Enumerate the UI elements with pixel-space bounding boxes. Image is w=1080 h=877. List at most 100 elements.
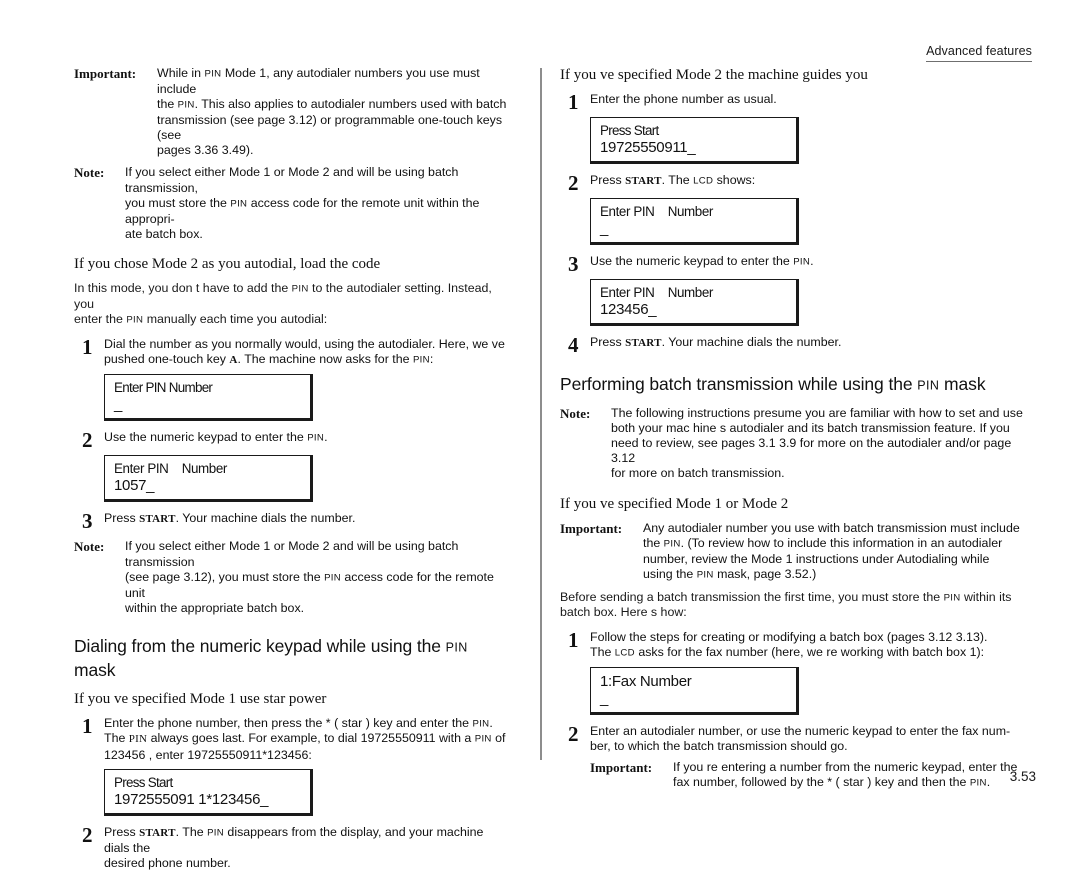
lcd-display-enter-pin-123456: Enter PIN Number 123456_ [590, 279, 799, 326]
text-fragment: mask [74, 659, 116, 680]
lcd-line-2: _ [600, 689, 609, 707]
step-item: 1 Enter the phone number, then press the… [74, 715, 510, 763]
note-label: Note: [74, 165, 105, 181]
note-label: Note: [74, 539, 105, 555]
lcd-display-enter-pin-empty: Enter PIN Number _ [104, 374, 313, 422]
step-text: Use the numeric keypad to enter the PIN. [104, 430, 510, 446]
step-item: 2 Use the numeric keypad to enter the PI… [74, 428, 510, 453]
acronym-pin: PIN [177, 99, 195, 111]
text-fragment: Press [590, 335, 626, 349]
acronym-lcd: LCD [693, 175, 714, 187]
note-label: Note: [560, 405, 591, 421]
step-item: 2 Press START. The LCD shows: [560, 171, 1030, 195]
text-fragment: In this mode, you don t have to add the [74, 281, 292, 296]
section-heading-batch-transmission: Performing batch transmission while usin… [560, 373, 1030, 397]
column-divider [540, 68, 542, 760]
step-item: 2 Enter an autodialer number, or use the… [560, 723, 1030, 754]
paragraph-before-batch: Before sending a batch transmission the … [560, 590, 1030, 621]
text-fragment: always goes last. For example, to dial 1… [147, 731, 475, 746]
step-number: 3 [82, 509, 93, 534]
lcd-line-1: Enter PIN Number [114, 380, 213, 396]
text-fragment: Press [104, 824, 140, 839]
step-item: 1 Follow the steps for creating or modif… [560, 629, 1030, 661]
important-block-1: Important: While in PIN Mode 1, any auto… [74, 66, 510, 158]
step-item: 2 Press START. The PIN disappears from t… [74, 824, 510, 872]
note-block-2: Note: If you select either Mode 1 or Mod… [74, 539, 510, 616]
text-fragment: Dial the number as you normally would, u… [104, 336, 505, 351]
text-fragment: If you select either Mode 1 or Mode 2 an… [125, 165, 459, 195]
text-fragment: Press [104, 511, 140, 526]
text-fragment: . [324, 430, 328, 445]
text-fragment: ber, to which the batch transmission sho… [590, 738, 848, 753]
key-label-start: START [139, 513, 176, 526]
note-text: If you select either Mode 1 or Mode 2 an… [125, 539, 510, 616]
text-fragment: . Your machine dials the number. [661, 335, 842, 349]
lcd-line-2: 19725550911_ [600, 139, 696, 156]
lcd-display-enter-pin-empty-2: Enter PIN Number _ [590, 198, 799, 245]
text-fragment: the [643, 535, 664, 550]
text-fragment: . This also applies to autodialer number… [194, 97, 507, 112]
text-fragment: for more on batch transmission. [611, 466, 785, 481]
important-block-2: Important: If you re entering a number f… [590, 760, 1030, 791]
text-fragment: Follow the steps for creating or modifyi… [590, 629, 988, 644]
text-fragment: Enter the phone number, then press the *… [104, 715, 473, 730]
acronym-pin: PIN [969, 777, 987, 789]
acronym-pin: PIN [472, 718, 490, 730]
acronym-pin: PIN [207, 827, 224, 839]
text-fragment: Dialing from the numeric keypad while us… [74, 635, 446, 656]
text-fragment: desired phone number. [104, 856, 231, 871]
step-text: Enter the phone number as usual. [590, 92, 777, 106]
text-fragment: If you re entering a number from the num… [673, 760, 1018, 775]
key-label-start: START [139, 826, 176, 839]
text-fragment: Any autodialer number you use with batch… [643, 520, 1020, 535]
step-item: 4 Press START. Your machine dials the nu… [560, 335, 1030, 356]
lcd-line-2: 123456_ [600, 301, 657, 318]
key-label-a: A [229, 354, 238, 367]
subheading-mode2-machine-guides: If you ve specified Mode 2 the machine g… [560, 67, 868, 83]
text-fragment: The [104, 731, 129, 746]
text-fragment: If you select either Mode 1 or Mode 2 an… [125, 539, 459, 569]
important-label: Important: [74, 66, 137, 81]
document-page: Advanced features Important: While in PI… [0, 0, 1080, 870]
step-item: 3 Use the numeric keypad to enter the PI… [560, 252, 1030, 276]
text-fragment: . The [175, 824, 208, 839]
text-fragment: 123456 , enter 19725550911*123456: [104, 747, 312, 762]
step-text: Press START. The PIN disappears from the… [104, 825, 510, 872]
text-fragment: manually each time you autodial: [143, 312, 328, 327]
step-text: Dial the number as you normally would, u… [104, 337, 510, 368]
note-block-1: Note: The following instructions presume… [560, 406, 1030, 482]
acronym-pin: PIN [412, 354, 430, 366]
acronym-lcd: LCD [614, 647, 635, 659]
step-number: 2 [82, 428, 93, 453]
acronym-pin: PIN [917, 378, 940, 393]
lcd-line-1: 1:Fax Number [600, 672, 692, 690]
step-number: 2 [568, 171, 579, 195]
step-text: Use the numeric keypad to enter the PIN. [590, 254, 1030, 270]
text-fragment: you must store the [125, 195, 231, 210]
acronym-pin: PIN [126, 314, 144, 326]
right-column: If you ve specified Mode 2 the machine g… [560, 66, 1030, 798]
acronym-pin: PIN [943, 592, 961, 604]
text-fragment: transmission (see page 3.12) or programm… [157, 112, 503, 143]
text-fragment: . [986, 775, 991, 790]
section-heading-dialing-numeric-keypad: Dialing from the numeric keypad while us… [74, 635, 510, 681]
lcd-display-press-start-pin: Press Start 1972555091 1*123456_ [104, 768, 313, 816]
paragraph-mode2-intro: In this mode, you don t have to add the … [74, 281, 510, 328]
text-fragment: the [157, 97, 178, 112]
acronym-pin: PIN [204, 68, 222, 80]
important-block-1: Important: Any autodialer number you use… [560, 521, 1030, 583]
text-fragment: . (To review how to include this informa… [680, 535, 1003, 550]
step-item: 1 Enter the phone number as usual. [560, 90, 1030, 114]
lcd-line-2: 1057_ [114, 477, 155, 495]
text-fragment: shows: [713, 173, 756, 187]
step-number: 3 [568, 252, 579, 276]
acronym-pin: PIN [696, 569, 714, 581]
text-fragment: . The [661, 173, 694, 187]
text-fragment: enter the [74, 312, 127, 327]
step-number: 1 [568, 90, 579, 114]
important-text: Any autodialer number you use with batch… [643, 521, 1030, 583]
text-fragment: need to review, see pages 3.1 3.9 for mo… [611, 436, 1012, 466]
acronym-pin: PIN [128, 733, 148, 746]
subheading-mode1-or-mode2: If you ve specified Mode 1 or Mode 2 [560, 495, 789, 512]
lcd-display-fax-number: 1:Fax Number _ [590, 666, 799, 715]
